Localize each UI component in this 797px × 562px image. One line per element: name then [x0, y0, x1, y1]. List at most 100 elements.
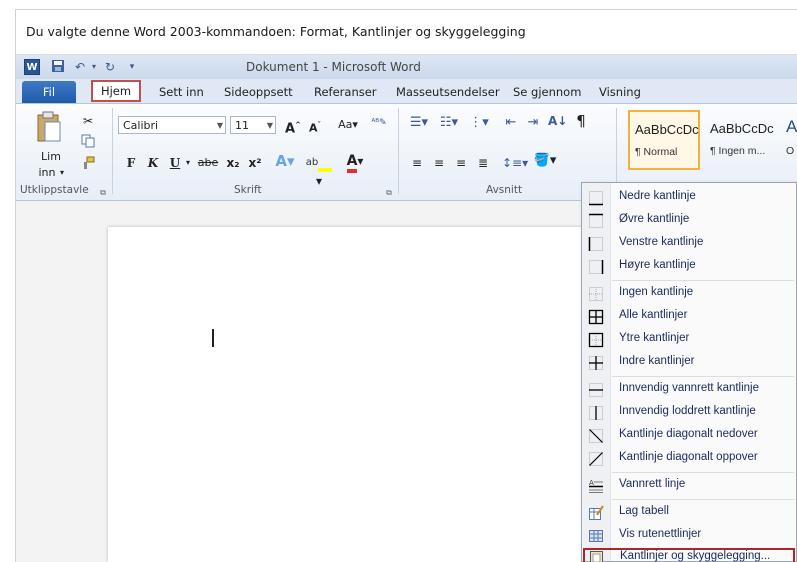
clipboard-launcher-icon[interactable]: ⧉ [98, 184, 108, 202]
justify-icon[interactable]: ≣ [474, 154, 492, 172]
bullets-icon[interactable]: ☰▾ [406, 114, 432, 132]
copy-icon[interactable] [80, 134, 96, 152]
menu-item-inside-vertical-border[interactable]: Innvendig loddrett kantlinje [582, 402, 796, 424]
title-bar: W ↶ ▾ ↻ ▾ Dokument 1 - Microsoft Word [16, 55, 797, 79]
bold-button[interactable]: F [124, 154, 138, 172]
undo-dropdown-icon[interactable]: ▾ [86, 59, 102, 75]
menu-item-label: Øvre kantlinje [619, 213, 690, 225]
style-heading[interactable]: A O [780, 110, 797, 170]
underline-dropdown-icon[interactable]: ▾ [184, 154, 192, 172]
grow-font-icon[interactable]: A^ [284, 116, 302, 136]
clear-formatting-icon[interactable]: ᴬᴮ✎ [368, 114, 390, 132]
group-separator [112, 108, 113, 194]
paste-dropdown-icon[interactable]: ▾ [58, 164, 66, 182]
paste-icon[interactable] [36, 110, 62, 144]
style-sample: AaBbCcDc [635, 122, 699, 137]
menu-item-view-gridlines[interactable]: Vis rutenettlinjer [582, 525, 796, 547]
align-left-icon[interactable]: ≡ [408, 154, 426, 172]
screenshot-frame: Du valgte denne Word 2003-kommandoen: Fo… [16, 10, 797, 562]
menu-item-inside-horizontal-border[interactable]: Innvendig vannrett kantlinje [582, 379, 796, 401]
menu-item-horizontal-line[interactable]: A Vannrett linje [582, 475, 796, 497]
redo-icon[interactable]: ↻ [102, 59, 118, 75]
window-title: Dokument 1 - Microsoft Word [246, 60, 421, 74]
shading-icon[interactable]: 🪣▾ [532, 152, 558, 170]
tab-visning[interactable]: Visning [599, 82, 641, 102]
font-launcher-icon[interactable]: ⧉ [384, 184, 394, 202]
menu-item-all-borders[interactable]: Alle kantlinjer [582, 306, 796, 328]
menu-item-left-border[interactable]: Venstre kantlinje [582, 233, 796, 255]
font-color-icon[interactable]: A▾ [340, 152, 370, 173]
text-effects-icon[interactable]: A▾ [272, 152, 298, 170]
menu-item-diagonal-down-border[interactable]: Kantlinje diagonalt nedover [582, 425, 796, 447]
sort-icon[interactable]: A↓ [548, 112, 567, 130]
tab-sideoppsett[interactable]: Sideoppsett [224, 82, 293, 102]
menu-item-label: Vis rutenettlinjer [619, 528, 702, 540]
paste-label-2[interactable]: inn [34, 164, 60, 182]
group-separator [398, 108, 399, 194]
menu-separator [612, 280, 794, 281]
font-size-value: 11 [235, 119, 249, 132]
clipboard-group-label: Utklippstavle [20, 184, 89, 196]
font-name-combo[interactable]: Calibri ▼ [118, 116, 226, 134]
align-right-icon[interactable]: ≡ [452, 154, 470, 172]
decrease-indent-icon[interactable]: ⇤ [502, 114, 520, 132]
style-name: ¶ Normal [635, 146, 678, 158]
style-name: ¶ Ingen m... [710, 145, 766, 157]
diagonal-down-border-icon [589, 429, 603, 443]
menu-item-label: Innvendig vannrett kantlinje [619, 382, 760, 394]
subscript-button[interactable]: x₂ [224, 154, 242, 172]
font-name-value: Calibri [123, 119, 159, 132]
document-page[interactable] [108, 227, 648, 562]
strikethrough-button[interactable]: abe [196, 154, 220, 172]
menu-item-diagonal-up-border[interactable]: Kantlinje diagonalt oppover [582, 448, 796, 470]
ribbon-tabs: Fil Hjem Sett inn Sideoppsett Referanser… [16, 79, 797, 104]
tab-masseutsendelser[interactable]: Masseutsendelser [396, 82, 500, 102]
menu-item-borders-and-shading[interactable]: Kantlinjer og skyggelegging... [583, 548, 795, 562]
increase-indent-icon[interactable]: ⇥ [524, 114, 542, 132]
menu-item-outside-borders[interactable]: Ytre kantlinjer [582, 329, 796, 351]
italic-button[interactable]: K [146, 154, 160, 172]
tab-hjem[interactable]: Hjem [91, 80, 141, 102]
save-icon[interactable] [50, 59, 66, 75]
draw-table-icon [589, 505, 604, 520]
bottom-border-icon [589, 191, 603, 206]
menu-item-label: Nedre kantlinje [619, 190, 696, 202]
highlight-color-icon[interactable]: ab▾ [304, 152, 334, 188]
align-center-icon[interactable]: ≡ [430, 154, 448, 172]
tab-sett-inn[interactable]: Sett inn [159, 82, 204, 102]
menu-item-label: Lag tabell [619, 505, 669, 517]
font-size-dropdown-icon[interactable]: ▼ [267, 117, 273, 135]
customize-qat-icon[interactable]: ▾ [124, 59, 140, 75]
menu-item-draw-table[interactable]: Lag tabell [582, 502, 796, 524]
line-spacing-icon[interactable]: ↕≡▾ [502, 154, 528, 172]
font-size-combo[interactable]: 11 ▼ [230, 116, 276, 134]
no-border-icon [589, 287, 603, 301]
menu-item-no-border[interactable]: Ingen kantlinje [582, 283, 796, 305]
menu-item-bottom-border[interactable]: Nedre kantlinje [582, 187, 796, 209]
menu-item-label: Ytre kantlinjer [619, 332, 690, 344]
tab-se-gjennom[interactable]: Se gjennom [513, 82, 581, 102]
menu-item-right-border[interactable]: Høyre kantlinje [582, 256, 796, 278]
left-border-icon [588, 237, 603, 251]
style-name: O [786, 145, 795, 157]
show-formatting-marks-icon[interactable]: ¶ [572, 112, 590, 130]
superscript-button[interactable]: x² [246, 154, 264, 172]
multilevel-list-icon[interactable]: ⋮▾ [466, 114, 492, 132]
change-case-icon[interactable]: Aa▾ [334, 116, 362, 134]
underline-button[interactable]: U [168, 154, 182, 172]
menu-separator [612, 472, 794, 473]
tab-referanser[interactable]: Referanser [314, 82, 377, 102]
style-no-spacing[interactable]: AaBbCcDc ¶ Ingen m... [704, 110, 776, 170]
font-name-dropdown-icon[interactable]: ▼ [217, 117, 223, 135]
shrink-font-icon[interactable]: Aˇ [306, 116, 324, 135]
menu-item-label: Innvendig loddrett kantlinje [619, 405, 756, 417]
style-normal[interactable]: AaBbCcDc ¶ Normal [628, 110, 700, 170]
format-painter-icon[interactable] [80, 156, 96, 174]
inside-horizontal-border-icon [589, 383, 603, 397]
cut-icon[interactable]: ✂ [80, 112, 96, 130]
menu-item-inside-borders[interactable]: Indre kantlinjer [582, 352, 796, 374]
word-app-icon[interactable]: W [24, 59, 40, 75]
numbering-icon[interactable]: ☷▾ [436, 114, 462, 132]
tab-fil[interactable]: Fil [22, 81, 76, 103]
menu-item-top-border[interactable]: Øvre kantlinje [582, 210, 796, 232]
